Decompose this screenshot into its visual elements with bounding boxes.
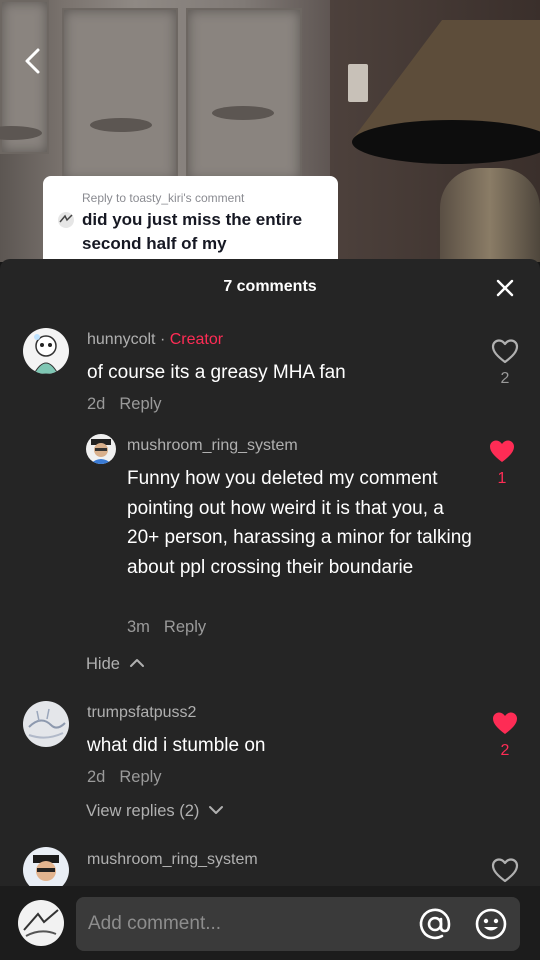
- comment-input-bar: [0, 886, 540, 960]
- comment-meta: 3m Reply: [127, 618, 206, 637]
- like-count: 2: [500, 742, 510, 759]
- heart-icon[interactable]: [491, 857, 519, 883]
- door-panel-mid: [62, 8, 178, 182]
- avatar[interactable]: [23, 701, 69, 747]
- chevron-down-icon: [209, 806, 223, 814]
- reply-to-comment-card: Reply to toasty_kiri's comment did you j…: [43, 176, 338, 262]
- at-sign-icon[interactable]: [418, 907, 452, 941]
- reply-quoted-text: did you just miss the entire second half…: [82, 210, 303, 253]
- hide-label[interactable]: Hide: [86, 655, 120, 673]
- like-count: 1: [497, 470, 507, 487]
- heart-filled-icon[interactable]: [488, 438, 516, 464]
- comment-username[interactable]: mushroom_ring_system: [87, 851, 258, 869]
- like-count: 2: [500, 370, 510, 387]
- comment-time: 2d: [87, 395, 106, 413]
- hide-replies-button[interactable]: Hide: [86, 655, 145, 674]
- like-button[interactable]: [485, 857, 525, 888]
- reply-button[interactable]: Reply: [119, 395, 161, 413]
- like-button[interactable]: 2: [485, 338, 525, 388]
- comment-meta: 2d Reply: [87, 395, 162, 414]
- lamp-shade: [352, 20, 540, 164]
- lamp-base: [440, 168, 540, 262]
- reply-avatar-icon: [58, 212, 74, 228]
- username-text[interactable]: hunnycolt: [87, 331, 156, 348]
- like-button[interactable]: 1: [482, 438, 522, 488]
- door-ornament: [90, 118, 152, 132]
- view-replies-label[interactable]: View replies (2): [86, 802, 199, 820]
- comment-text: what did i stumble on: [87, 735, 266, 756]
- avatar[interactable]: [23, 328, 69, 374]
- comment-time: 3m: [127, 618, 150, 636]
- username-separator: ·: [155, 331, 170, 348]
- reply-to-label: Reply to toasty_kiri's comment: [82, 191, 245, 205]
- comments-count-title: 7 comments: [223, 278, 317, 295]
- emoji-icon[interactable]: [474, 907, 508, 941]
- comments-sheet: 7 comments hunnycolt · Creator of course…: [0, 259, 540, 960]
- comment-text: of course its a greasy MHA fan: [87, 362, 346, 383]
- user-avatar[interactable]: [18, 900, 64, 946]
- reply-button[interactable]: Reply: [119, 768, 161, 786]
- comment-username[interactable]: mushroom_ring_system: [127, 437, 298, 455]
- close-icon[interactable]: [492, 275, 518, 301]
- door-ornament: [212, 106, 274, 120]
- heart-icon[interactable]: [491, 338, 519, 364]
- avatar[interactable]: [86, 434, 116, 464]
- comment-username[interactable]: hunnycolt · Creator: [87, 331, 223, 349]
- chevron-up-icon: [129, 659, 144, 667]
- add-comment-input[interactable]: [76, 897, 520, 951]
- comment-text: Funny how you deleted my comment pointin…: [127, 468, 472, 578]
- comment-username[interactable]: trumpsfatpuss2: [87, 704, 196, 722]
- comment-time: 2d: [87, 768, 106, 786]
- like-button[interactable]: 2: [485, 710, 525, 760]
- comment-meta: 2d Reply: [87, 768, 162, 787]
- view-replies-button[interactable]: View replies (2): [86, 802, 224, 821]
- reply-button[interactable]: Reply: [164, 618, 206, 636]
- heart-filled-icon[interactable]: [491, 710, 519, 736]
- door-panel-right: [186, 8, 302, 182]
- back-arrow-icon[interactable]: [18, 44, 48, 78]
- creator-badge: Creator: [169, 331, 224, 348]
